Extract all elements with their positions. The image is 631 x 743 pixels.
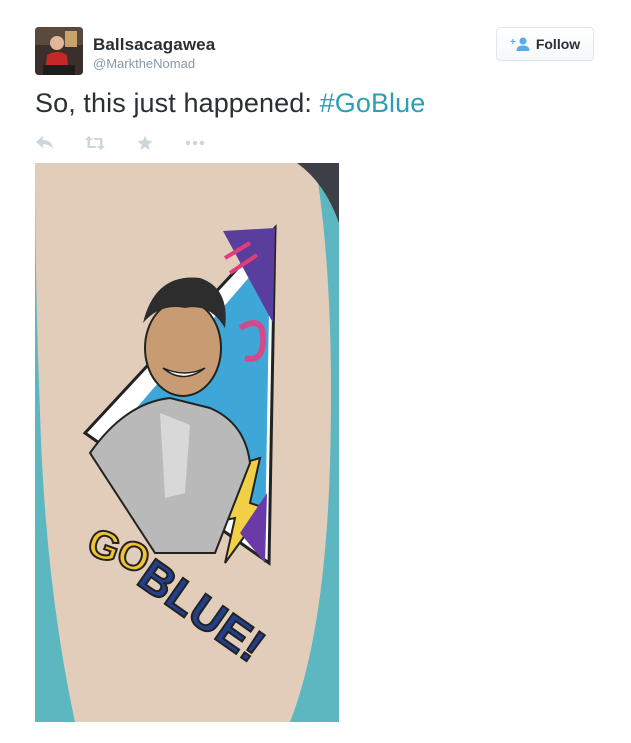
favorite-button[interactable]	[135, 133, 155, 153]
reply-button[interactable]	[35, 133, 55, 153]
tweet-body: So, this just happened:	[35, 88, 320, 118]
more-button[interactable]	[185, 133, 205, 153]
more-icon	[185, 140, 205, 146]
add-user-icon: +	[510, 36, 530, 52]
tweet-photo[interactable]: GO BLUE!	[35, 163, 339, 722]
follow-button-label: Follow	[535, 36, 581, 52]
user-avatar-icon	[35, 27, 83, 75]
tweet-actions	[35, 133, 235, 153]
retweet-button[interactable]	[85, 133, 105, 153]
hashtag-link[interactable]: #GoBlue	[320, 88, 426, 118]
retweet-icon	[85, 136, 105, 150]
tattoo-photo: GO BLUE!	[35, 163, 339, 722]
svg-text:+: +	[510, 37, 516, 48]
follow-button[interactable]: + Follow	[496, 27, 594, 61]
display-name[interactable]: Ballsacagawea	[93, 35, 215, 55]
avatar[interactable]	[35, 27, 83, 75]
reply-icon	[36, 136, 53, 149]
tweet-text: So, this just happened: #GoBlue	[35, 88, 425, 119]
tweet-card: Ballsacagawea @MarktheNomad + Follow So,…	[0, 0, 631, 743]
favorite-icon	[137, 135, 153, 150]
user-handle[interactable]: @MarktheNomad	[93, 56, 195, 71]
